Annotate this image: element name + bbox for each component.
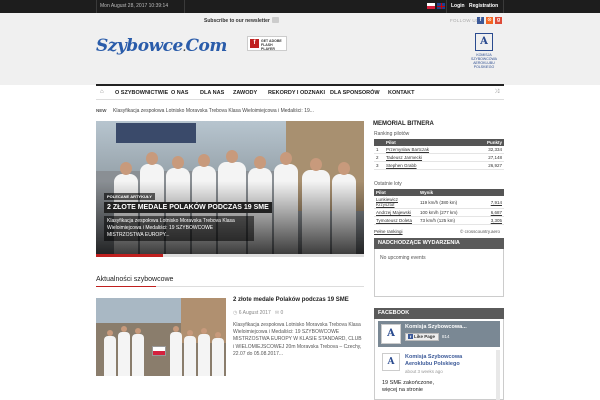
ticker-headline[interactable]: Klasyfikacja zespołowa Lotnisko Moravska…: [113, 108, 314, 114]
nav-dla-nas[interactable]: DLA NAS: [200, 90, 224, 96]
rss-icon[interactable]: ⊙: [486, 17, 493, 24]
facebook-icon[interactable]: f: [477, 17, 484, 24]
login-link[interactable]: Login: [451, 3, 465, 9]
facebook-page-cover[interactable]: A Komisja Szybowcowa... f Like Page 814: [378, 321, 500, 347]
newsletter-link[interactable]: Subscribe to our newsletter: [204, 18, 270, 24]
main-navigation: ⌂ O SZYBOWNICTWIE O NAS DLA NAS ZAWODY R…: [96, 84, 504, 100]
no-events-text: No upcoming events: [380, 255, 426, 261]
upcoming-events-box: No upcoming events: [374, 249, 504, 297]
nav-dla-sponsorow[interactable]: DLA SPONSORÓW: [330, 90, 380, 96]
table-row: Tymoteusz Doleta 73 km/h (125 km) 3,305: [374, 216, 504, 225]
top-bar: Mon August 28, 2017 10:39:14 Login Regis…: [0, 0, 600, 13]
column-header-points: Punkty: [469, 139, 504, 146]
ranking-label: Ranking pilotów: [374, 131, 410, 137]
adobe-flash-icon: f: [250, 39, 259, 48]
slider-progress: [96, 254, 364, 257]
tent: [116, 123, 196, 143]
ticker-label: NEW: [96, 108, 107, 113]
date-time: Mon August 28, 2017 10:39:14: [100, 3, 169, 9]
glider-emblem-icon: A: [475, 33, 493, 51]
table-row: 1 Przemysław Bartczak 32,334: [374, 146, 504, 154]
site-header: Subscribe to our newsletter FOLLOW US: f…: [0, 13, 600, 85]
post-avatar[interactable]: A: [382, 353, 400, 371]
comment-count[interactable]: 0: [281, 310, 284, 316]
category-badge[interactable]: POLECANE ARTYKUŁY: [104, 193, 155, 200]
registration-link[interactable]: Registration: [469, 3, 498, 9]
clock-icon: ◷: [233, 310, 238, 316]
nav-o-nas[interactable]: O NAS: [171, 90, 188, 96]
section-title: Aktualności szybowcowe: [96, 276, 364, 287]
nav-rekordy-i-odznaki[interactable]: REKORDY I ODZNAKI: [268, 90, 325, 96]
post-author[interactable]: Komisja Szybowcowa Aeroklubu Polskiego: [405, 354, 462, 367]
recent-flights-label: Ostatnie loty: [374, 181, 402, 187]
home-icon[interactable]: ⌂: [100, 89, 104, 95]
nav-zawody[interactable]: ZAWODY: [233, 90, 257, 96]
fb-page-name[interactable]: Komisja Szybowcowa...: [405, 324, 467, 330]
column-header-pilot: Pilot: [374, 189, 418, 196]
facebook-icon: f: [408, 334, 413, 339]
table-row: 2 Tadeusz Jarmecki 27,148: [374, 153, 504, 162]
column-header-result: Wynik: [418, 189, 481, 196]
page-avatar: A: [381, 324, 401, 344]
post-time[interactable]: about 3 weeks ago: [405, 369, 443, 374]
crosscountry-link[interactable]: © crosscountry.aero: [460, 229, 500, 234]
article-thumbnail[interactable]: [96, 298, 226, 376]
nav-o-szybownictwie[interactable]: O SZYBOWNICTWIE: [115, 90, 168, 96]
table-row: Andrzej Majewski 100 km/h (277 km) 6,687: [374, 208, 504, 217]
facebook-header: FACEBOOK: [374, 308, 504, 319]
like-page-button[interactable]: f Like Page: [405, 333, 439, 341]
get-flash-player-button[interactable]: f GET ADOBE FLASH PLAYER: [247, 36, 287, 51]
featured-title[interactable]: 2 ZŁOTE MEDALE POLAKÓW PODCZAS 19 SME: [104, 202, 272, 213]
featured-excerpt: Klasyfikacja zespołowa Lotnisko Moravska…: [104, 216, 254, 241]
language-switcher: [427, 3, 445, 9]
article-title[interactable]: 2 złote medale Polaków podczas 19 SME: [233, 297, 349, 303]
news-ticker: NEW Klasyfikacja zespołowa Lotnisko Mora…: [96, 106, 364, 116]
post-text: 19 SME zakończone, więcej na stronie: [382, 380, 434, 393]
article-date: 6 August 2017: [238, 310, 271, 316]
memorial-title: MEMORIAL BITNERA: [373, 121, 434, 127]
english-flag-icon[interactable]: [437, 3, 445, 9]
full-rankings-link[interactable]: Pełne rankingi: [374, 229, 403, 234]
komisja-szybowcowa-logo[interactable]: A KOMISJA SZYBOWCOWA AEROKLUBU POLSKIEGO: [463, 33, 505, 73]
recent-flights-table: Pilot Wynik Lunkiewicz Krzysztof 119 km/…: [374, 189, 504, 225]
column-header-pilot: Pilot: [384, 139, 470, 146]
like-count: 814: [442, 334, 450, 339]
comment-icon: ✉: [274, 310, 280, 316]
site-logo[interactable]: Szybowce.Com: [96, 36, 227, 56]
table-row: Lunkiewicz Krzysztof 119 km/h (380 km) 7…: [374, 196, 504, 209]
mail-icon[interactable]: [272, 17, 279, 23]
table-row: 3 Stephen Grabb 26,927: [374, 161, 504, 170]
random-article-icon[interactable]: ⤨: [494, 89, 499, 96]
nav-kontakt[interactable]: KONTAKT: [388, 90, 414, 96]
polish-flag-icon[interactable]: [427, 3, 435, 9]
pilot-ranking-table: Pilot Punkty 1 Przemysław Bartczak 32,33…: [374, 139, 504, 170]
facebook-scrollbar[interactable]: [496, 350, 500, 400]
polish-flag: [152, 346, 166, 356]
article-excerpt: Klasyfikacja zespołowa Lotnisko Moravska…: [233, 322, 362, 357]
upcoming-events-header: NADCHODZĄCE WYDARZENIA: [374, 238, 504, 249]
article-meta: ◷ 6 August 2017 ✉ 0: [233, 310, 283, 316]
google-plus-icon[interactable]: g: [495, 17, 502, 24]
